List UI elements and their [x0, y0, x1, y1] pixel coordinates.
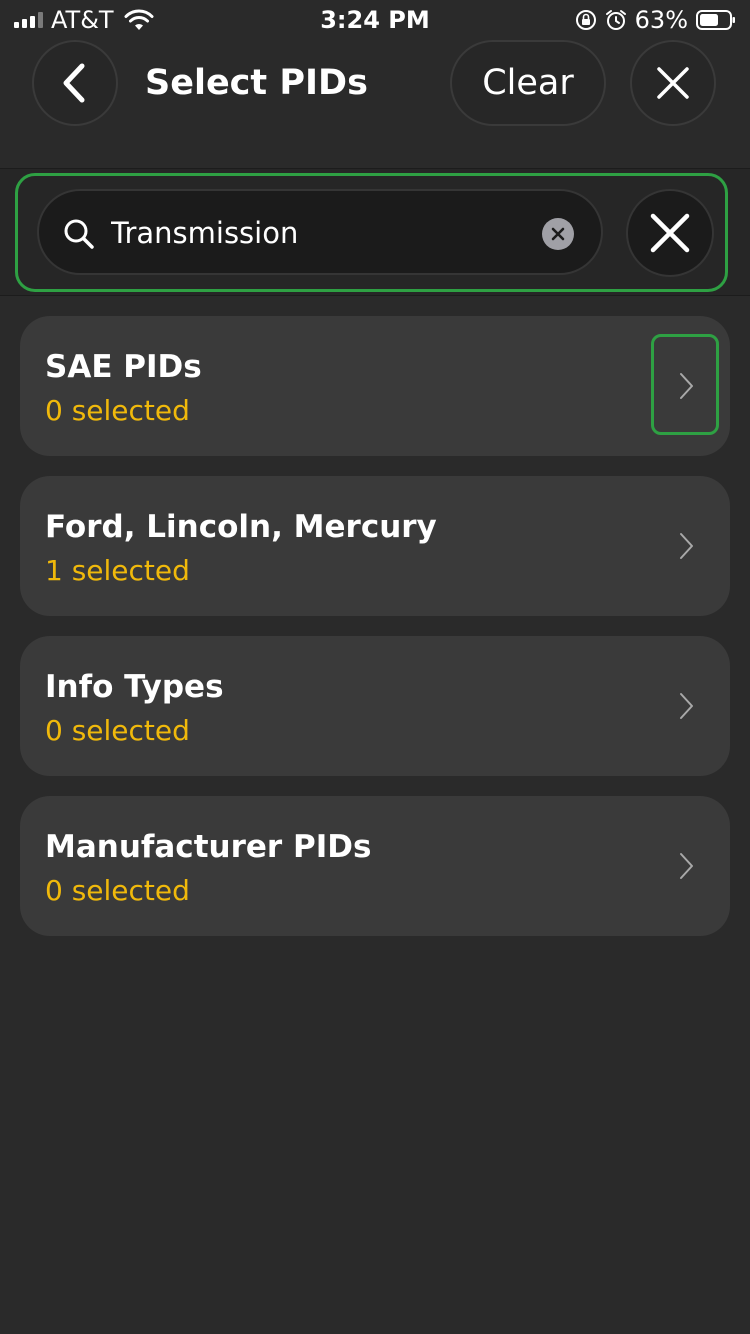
- list-item-title: Info Types: [45, 669, 224, 705]
- list-item-ford-lincoln-mercury[interactable]: Ford, Lincoln, Mercury 1 selected: [20, 476, 730, 616]
- category-list: SAE PIDs 0 selected Ford, Lincoln, Mercu…: [20, 316, 730, 956]
- orientation-lock-icon: [575, 10, 596, 30]
- list-item-selected-count: 0 selected: [45, 714, 190, 747]
- page-title: Select PIDs: [145, 63, 368, 103]
- chevron-right-icon[interactable]: [676, 530, 696, 562]
- search-field[interactable]: [37, 189, 603, 275]
- chevron-left-icon: [63, 63, 85, 103]
- x-mark-icon: [551, 227, 565, 241]
- clear-text-icon[interactable]: [542, 218, 574, 250]
- battery-icon: [696, 10, 735, 30]
- status-right: 63%: [575, 6, 736, 34]
- search-icon: [64, 219, 94, 249]
- cancel-search-button[interactable]: [626, 189, 714, 277]
- chevron-right-icon[interactable]: [676, 850, 696, 882]
- search-input[interactable]: [111, 213, 531, 253]
- list-item-title: Manufacturer PIDs: [45, 829, 372, 865]
- nav-bar: Select PIDs Clear: [0, 40, 750, 130]
- close-icon: [650, 213, 690, 253]
- clear-button[interactable]: Clear: [450, 40, 606, 126]
- list-item-sae-pids[interactable]: SAE PIDs 0 selected: [20, 316, 730, 456]
- list-item-selected-count: 0 selected: [45, 394, 190, 427]
- chevron-right-icon[interactable]: [676, 370, 696, 402]
- close-icon: [657, 67, 689, 99]
- close-button[interactable]: [630, 40, 716, 126]
- back-button[interactable]: [32, 40, 118, 126]
- alarm-icon: [605, 10, 626, 30]
- status-bar: AT&T 3:24 PM 63%: [0, 0, 750, 40]
- list-item-title: SAE PIDs: [45, 349, 202, 385]
- list-item-info-types[interactable]: Info Types 0 selected: [20, 636, 730, 776]
- list-item-selected-count: 0 selected: [45, 874, 190, 907]
- chevron-right-icon[interactable]: [676, 690, 696, 722]
- list-item-title: Ford, Lincoln, Mercury: [45, 509, 437, 545]
- list-item-manufacturer-pids[interactable]: Manufacturer PIDs 0 selected: [20, 796, 730, 936]
- list-item-selected-count: 1 selected: [45, 554, 190, 587]
- battery-percent: 63%: [634, 6, 688, 34]
